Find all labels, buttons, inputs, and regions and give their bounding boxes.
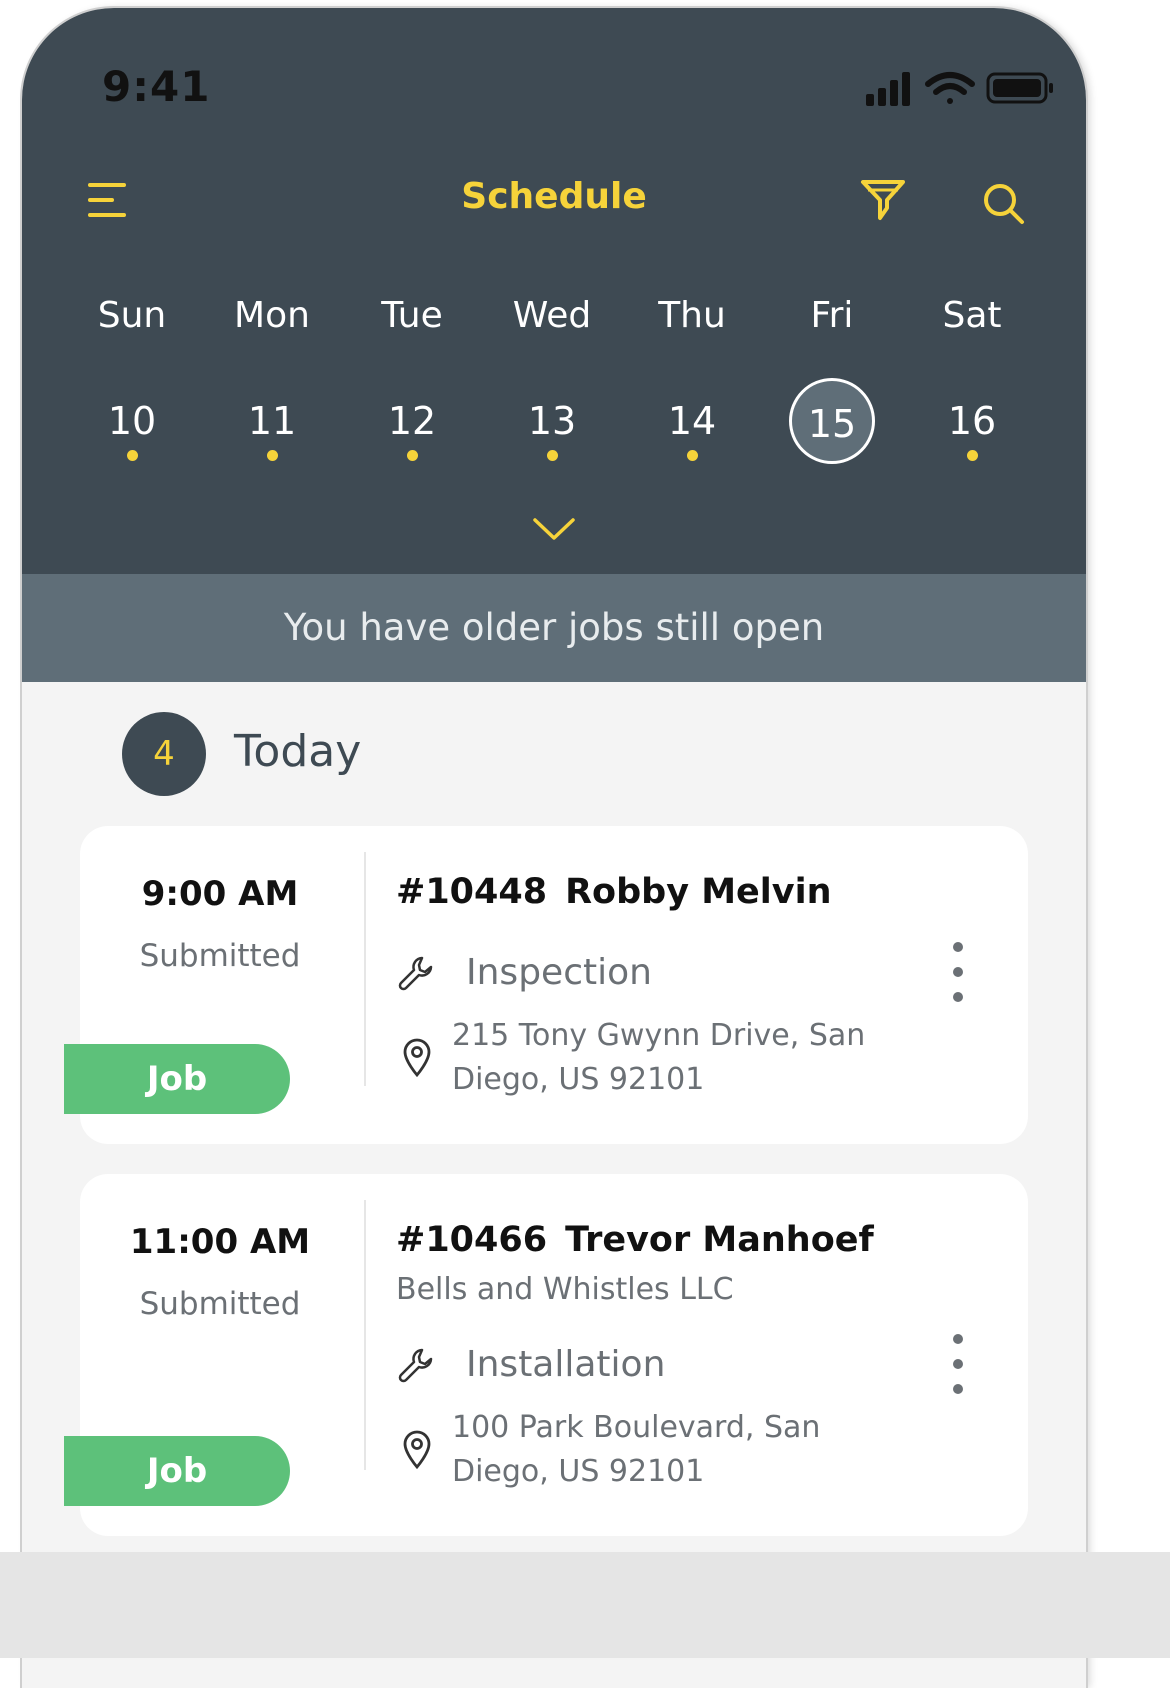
day-name: Tue (381, 295, 443, 336)
more-options-icon[interactable] (946, 942, 970, 1002)
page-title: Schedule (461, 176, 647, 217)
day-wed[interactable]: Wed 13 (482, 294, 622, 461)
day-sat[interactable]: Sat 16 (902, 294, 1042, 461)
card-divider (364, 1200, 366, 1470)
chevron-down-icon[interactable] (532, 516, 576, 544)
day-number: 14 (667, 399, 717, 443)
day-number: 16 (947, 399, 997, 443)
signal-icon (866, 72, 910, 106)
day-name: Fri (810, 295, 854, 336)
day-number: 11 (247, 399, 297, 443)
day-number: 10 (107, 399, 157, 443)
job-address[interactable]: 100 Park Boulevard, San Diego, US 92101 (452, 1406, 912, 1494)
company-name: Bells and Whistles LLC (396, 1272, 734, 1307)
status-bar-icons (866, 72, 1053, 106)
search-icon[interactable] (982, 182, 1026, 226)
today-count-badge: 4 (122, 712, 206, 796)
filter-icon[interactable] (860, 178, 906, 224)
customer-name: Robby Melvin (565, 872, 832, 912)
customer-name: Trevor Manhoef (565, 1220, 874, 1260)
day-number: 13 (527, 399, 577, 443)
day-name: Thu (658, 295, 726, 336)
day-mon[interactable]: Mon 11 (202, 294, 342, 461)
job-time: 11:00 AM (129, 1222, 311, 1262)
day-name: Wed (512, 295, 592, 336)
day-sun[interactable]: Sun 10 (62, 294, 202, 461)
selected-day-number: 15 (789, 378, 875, 464)
more-options-icon[interactable] (946, 1334, 970, 1394)
day-thu[interactable]: Thu 14 (622, 294, 762, 461)
job-number: #10448 (396, 872, 548, 912)
job-type-tag: Job (64, 1044, 290, 1114)
service-type: Installation (466, 1344, 666, 1385)
job-status: Submitted (139, 938, 301, 974)
day-name: Sat (942, 295, 1002, 336)
today-label: Today (234, 726, 362, 777)
job-address[interactable]: 215 Tony Gwynn Drive, San Diego, US 9210… (452, 1014, 912, 1102)
service-type: Inspection (466, 952, 652, 993)
day-fri[interactable]: Fri 15 (762, 294, 902, 464)
job-time: 9:00 AM (141, 874, 299, 914)
location-pin-icon (403, 1430, 431, 1470)
schedule-header: 9:41 Schedule Sun 10 Mon 11 Tue 12 Wed 1… (22, 8, 1086, 574)
older-jobs-banner[interactable]: You have older jobs still open (22, 574, 1086, 682)
day-tue[interactable]: Tue 12 (342, 294, 482, 461)
wifi-icon (925, 72, 975, 104)
battery-icon (986, 72, 1053, 104)
day-name: Sun (97, 295, 167, 336)
job-card[interactable]: 9:00 AM Submitted Job #10448 Robby Melvin… (64, 826, 1028, 1144)
job-card[interactable]: 11:00 AM Submitted Job #10466 Trevor Manh… (64, 1174, 1028, 1536)
wrench-icon (398, 956, 433, 991)
day-name: Mon (234, 295, 310, 336)
job-heading: #10466 Trevor Manhoef (396, 1220, 874, 1260)
location-pin-icon (403, 1038, 431, 1078)
day-number: 12 (387, 399, 437, 443)
wrench-icon (398, 1348, 433, 1383)
week-strip: Sun 10 Mon 11 Tue 12 Wed 13 Thu 14 Fri 1… (62, 294, 1042, 474)
job-heading: #10448 Robby Melvin (396, 872, 832, 912)
job-status: Submitted (139, 1286, 301, 1322)
phone-frame: 9:41 Schedule Sun 10 Mon 11 Tue 12 Wed 1… (22, 8, 1086, 1688)
bottom-edge (0, 1552, 1170, 1658)
job-type-tag: Job (64, 1436, 290, 1506)
card-divider (364, 852, 366, 1086)
status-time: 9:41 (102, 62, 211, 111)
job-number: #10466 (396, 1220, 548, 1260)
